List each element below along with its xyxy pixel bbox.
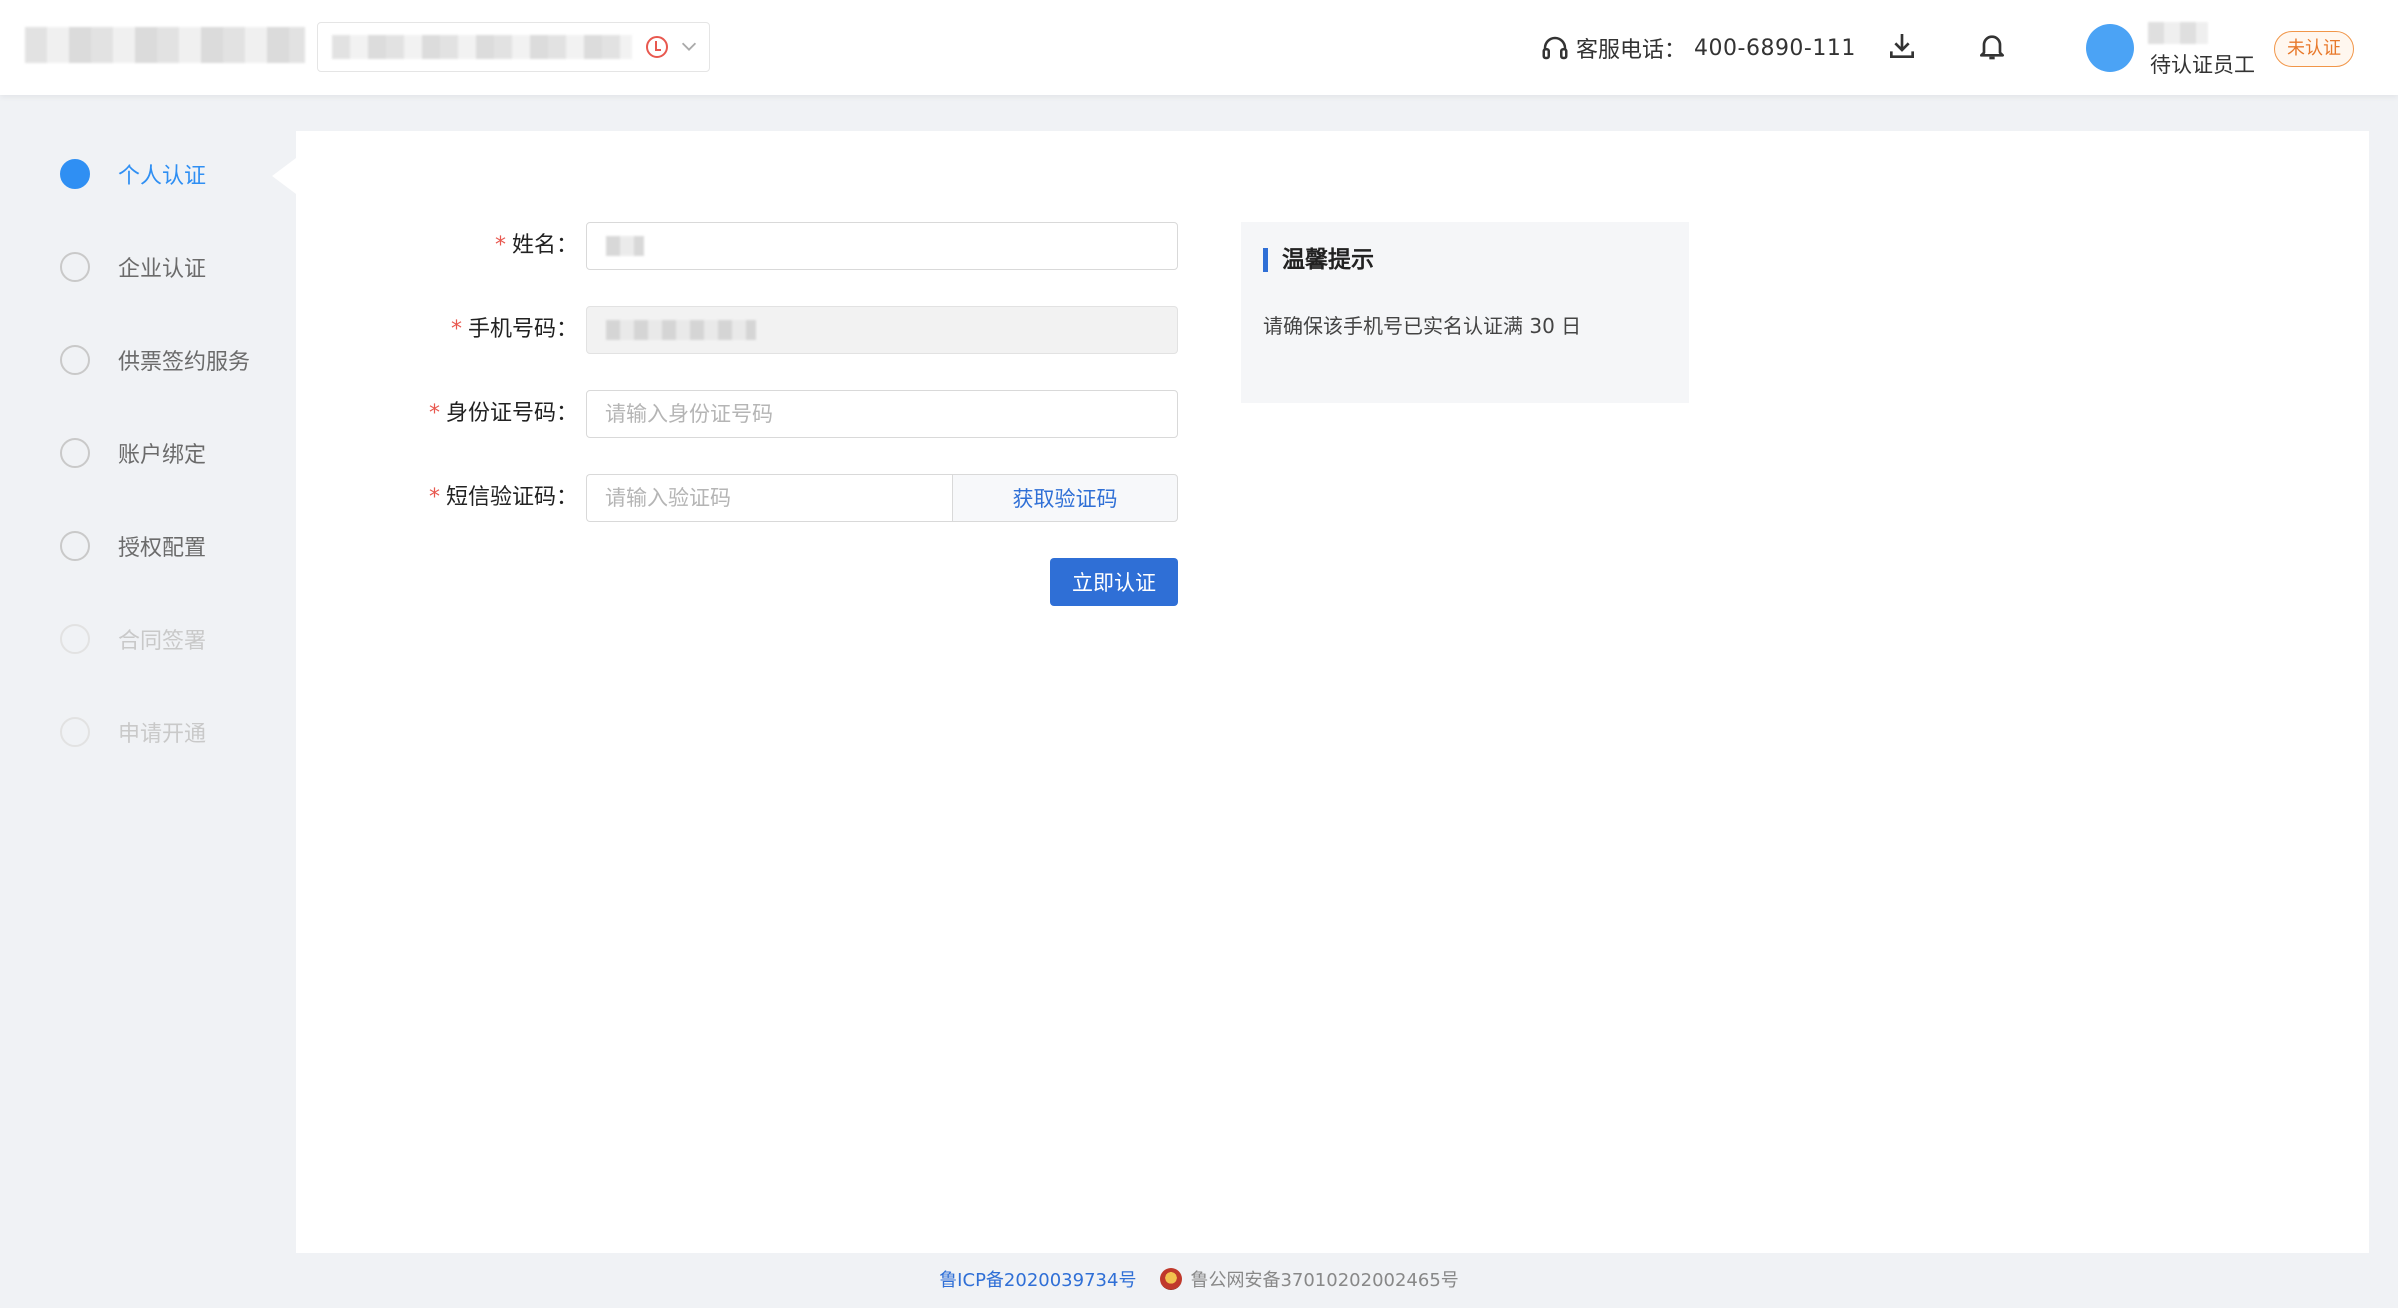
id-number-row: * 身份证号码： bbox=[296, 390, 1196, 438]
required-mark: * bbox=[494, 233, 506, 258]
bell-icon[interactable] bbox=[1976, 28, 2008, 64]
phone-label: * 手机号码： bbox=[451, 306, 578, 354]
sms-code-row: *短信验证码： 获取验证码 bbox=[296, 474, 1196, 522]
headset-icon bbox=[1542, 36, 1568, 60]
top-header: 客服电话： 400-6890-111 待认证员工 未认证 bbox=[0, 0, 2398, 95]
verify-status-badge[interactable]: 未认证 bbox=[2274, 31, 2354, 67]
step-label: 授权配置 bbox=[118, 536, 207, 561]
name-row: * 姓名： bbox=[296, 222, 1196, 270]
sms-code-label: * 短信验证码： bbox=[429, 474, 578, 522]
clock-alert-icon bbox=[646, 36, 668, 58]
tips-box: 温馨提示 请确保该手机号已实名认证满 30 日 bbox=[1241, 222, 1689, 403]
step-label: 个人认证 bbox=[118, 164, 207, 189]
step-indicator bbox=[60, 345, 90, 375]
icp-link[interactable]: 鲁ICP备2020039734号 bbox=[939, 1266, 1136, 1292]
phone-row: * 手机号码： bbox=[296, 306, 1196, 354]
step-indicator bbox=[60, 717, 90, 747]
hotline-label: 客服电话： bbox=[1576, 38, 1687, 63]
step-indicator bbox=[60, 624, 90, 654]
required-mark: * bbox=[428, 485, 440, 510]
verify-now-button[interactable]: 立即认证 bbox=[1050, 558, 1178, 606]
footer: 鲁ICP备2020039734号 鲁公网安备37010202002465号 bbox=[0, 1262, 2398, 1296]
company-select[interactable] bbox=[317, 22, 710, 72]
sms-code-label-text: 短信验证码： bbox=[445, 485, 578, 510]
avatar[interactable] bbox=[2086, 24, 2134, 72]
step-label: 企业认证 bbox=[118, 257, 207, 282]
hotline: 客服电话： 400-6890-111 bbox=[1540, 28, 1856, 68]
step-indicator bbox=[60, 252, 90, 282]
step-account-binding[interactable]: 账户绑定 bbox=[60, 433, 206, 473]
step-label: 账户绑定 bbox=[118, 443, 207, 468]
step-personal-verification[interactable]: 个人认证 bbox=[60, 154, 206, 194]
phone-input bbox=[586, 306, 1178, 354]
step-indicator bbox=[60, 531, 90, 561]
step-apply-activation: 申请开通 bbox=[60, 712, 206, 752]
step-indicator bbox=[60, 438, 90, 468]
user-role: 待认证员工 bbox=[2150, 53, 2255, 77]
name-input[interactable] bbox=[586, 222, 1178, 270]
required-mark: * bbox=[450, 317, 462, 342]
tips-title: 温馨提示 bbox=[1263, 248, 1374, 272]
step-enterprise-verification[interactable]: 企业认证 bbox=[60, 247, 206, 287]
step-label: 供票签约服务 bbox=[118, 350, 251, 375]
user-name bbox=[2148, 22, 2208, 44]
police-record[interactable]: 鲁公网安备37010202002465号 bbox=[1160, 1266, 1459, 1292]
step-contract-signing: 合同签署 bbox=[60, 619, 206, 659]
police-badge-icon bbox=[1160, 1268, 1183, 1290]
id-number-label: * 身份证号码： bbox=[429, 390, 578, 438]
step-ticket-signing[interactable]: 供票签约服务 bbox=[60, 340, 250, 380]
tips-text: 请确保该手机号已实名认证满 30 日 bbox=[1263, 314, 1582, 338]
police-record-text: 鲁公网安备37010202002465号 bbox=[1190, 1270, 1459, 1291]
name-label: * 姓名： bbox=[495, 222, 578, 270]
phone-label-text: 手机号码： bbox=[467, 317, 578, 342]
required-mark: * bbox=[428, 401, 440, 426]
id-number-input[interactable] bbox=[586, 390, 1178, 438]
logo[interactable] bbox=[25, 27, 305, 63]
panel-pointer bbox=[272, 158, 296, 194]
get-code-button[interactable]: 获取验证码 bbox=[952, 474, 1178, 522]
step-authorization-config[interactable]: 授权配置 bbox=[60, 526, 206, 566]
step-label: 合同签署 bbox=[118, 629, 207, 654]
download-icon[interactable] bbox=[1886, 28, 1918, 64]
id-number-label-text: 身份证号码： bbox=[445, 401, 578, 426]
sms-code-input[interactable] bbox=[586, 474, 952, 522]
chevron-down-icon bbox=[681, 42, 697, 51]
hotline-number: 400-6890-111 bbox=[1694, 35, 1856, 61]
name-label-text: 姓名： bbox=[511, 233, 578, 258]
step-label: 申请开通 bbox=[118, 722, 207, 747]
step-indicator bbox=[60, 159, 90, 189]
verification-panel: *姓名： *手机号码： *身份证号码： *短信验证码： 获取验证码 立即认证 温… bbox=[296, 131, 2369, 1253]
company-name bbox=[332, 35, 632, 59]
